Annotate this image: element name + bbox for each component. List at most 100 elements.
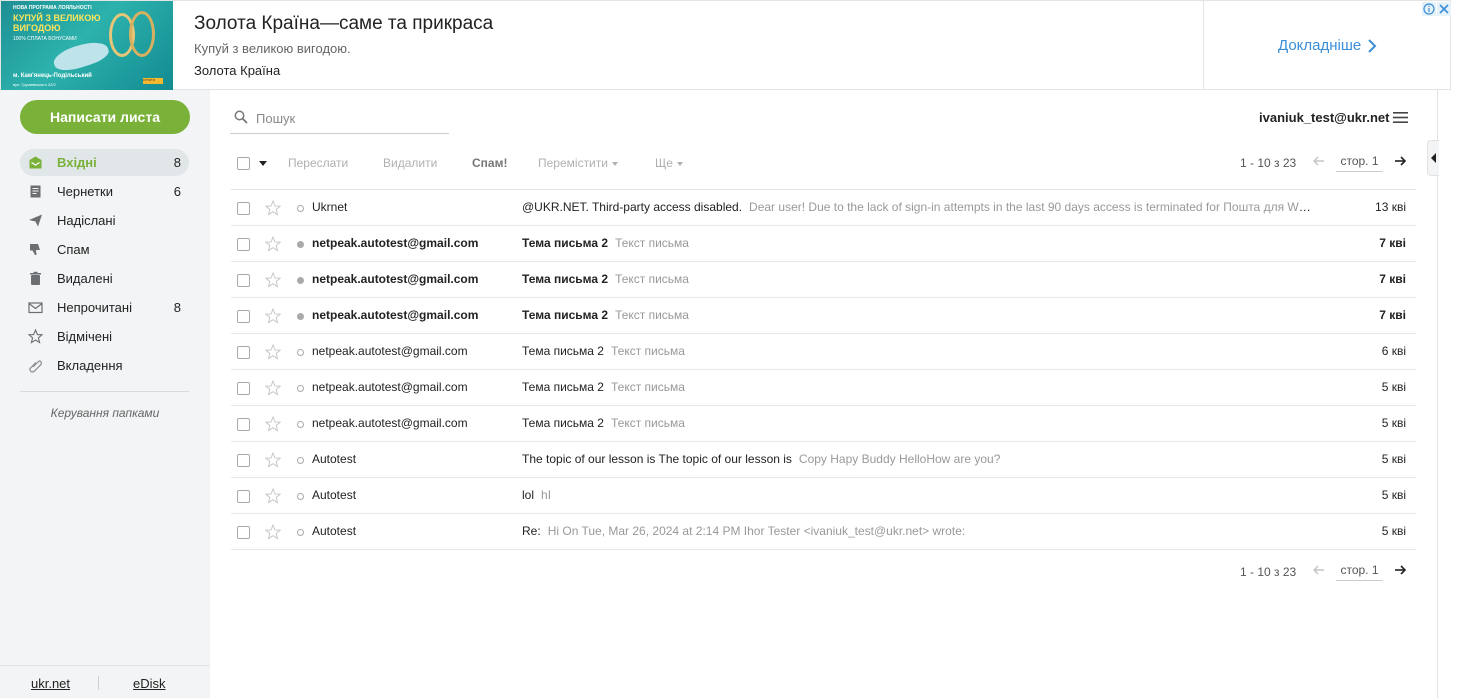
page-selector[interactable]: стор. 1 bbox=[1336, 152, 1383, 172]
star-icon[interactable] bbox=[265, 380, 281, 396]
read-status-icon[interactable] bbox=[297, 385, 304, 392]
row-checkbox[interactable] bbox=[237, 238, 250, 251]
spam-button[interactable]: Спам! bbox=[472, 156, 507, 170]
star-icon[interactable] bbox=[265, 452, 281, 468]
thumbs-down-icon bbox=[30, 244, 40, 255]
message-row[interactable]: Autotest The topic of our lesson is The t… bbox=[231, 442, 1416, 478]
sidebar-item-trash[interactable]: Видалені bbox=[20, 265, 189, 292]
sidebar-item-spam[interactable]: Спам bbox=[20, 236, 189, 263]
sidebar-item-sent[interactable]: Надіслані bbox=[20, 207, 189, 234]
message-row[interactable]: Autotest Re: Hi On Tue, Mar 26, 2024 at 2:… bbox=[231, 514, 1416, 550]
pagination-range: 1 - 10 з 23 bbox=[1240, 156, 1297, 170]
message-subject: lol bbox=[522, 488, 535, 502]
row-checkbox[interactable] bbox=[237, 274, 250, 287]
star-icon[interactable] bbox=[265, 344, 281, 360]
menu-icon[interactable] bbox=[1393, 111, 1408, 124]
trash-icon bbox=[30, 271, 41, 285]
row-checkbox[interactable] bbox=[237, 346, 250, 359]
footer-link-ukrnet[interactable]: ukr.net bbox=[31, 676, 70, 691]
read-status-icon[interactable] bbox=[297, 493, 304, 500]
sidebar-item-drafts[interactable]: Чернетки 6 bbox=[20, 178, 189, 205]
read-status-icon[interactable] bbox=[297, 457, 304, 464]
dolphin-graphic bbox=[50, 36, 112, 76]
read-status-icon[interactable] bbox=[297, 205, 304, 212]
message-subject-line: Тема письма 2 Текст письма bbox=[522, 344, 1312, 358]
sidebar-item-label: Спам bbox=[57, 242, 90, 257]
row-checkbox[interactable] bbox=[237, 454, 250, 467]
message-date: 5 кві bbox=[1381, 524, 1406, 538]
sidebar-item-attachments[interactable]: Вкладення bbox=[20, 352, 189, 379]
manage-folders-link[interactable]: Керування папками bbox=[20, 406, 190, 420]
row-checkbox[interactable] bbox=[237, 490, 250, 503]
row-checkbox[interactable] bbox=[237, 418, 250, 431]
search-input[interactable] bbox=[256, 108, 446, 128]
row-checkbox[interactable] bbox=[237, 202, 250, 215]
chevron-right-icon[interactable] bbox=[1367, 39, 1377, 53]
message-row[interactable]: netpeak.autotest@gmail.com Тема письма 2Т… bbox=[231, 406, 1416, 442]
select-all-checkbox[interactable] bbox=[237, 157, 250, 170]
ad-info-icon[interactable] bbox=[1422, 2, 1436, 16]
read-status-icon[interactable] bbox=[297, 313, 304, 320]
more-button[interactable]: Ще bbox=[655, 156, 683, 170]
sidebar-item-unread[interactable]: Непрочитані 8 bbox=[20, 294, 189, 321]
close-icon[interactable] bbox=[1437, 2, 1451, 16]
read-status-icon[interactable] bbox=[297, 421, 304, 428]
message-snippet: Текст письма bbox=[615, 236, 689, 250]
read-status-icon[interactable] bbox=[297, 349, 304, 356]
arrow-right-icon[interactable] bbox=[1394, 156, 1406, 166]
message-subject: Тема письма 2 bbox=[522, 344, 604, 358]
row-checkbox[interactable] bbox=[237, 310, 250, 323]
message-subject-line: Тема письма 2 Текст письма bbox=[522, 308, 1312, 322]
ad-banner[interactable]: НОВА ПРОГРАМА ЛОЯЛЬНОСТІ КУПУЙ З ВЕЛИКОЮ… bbox=[0, 0, 1451, 90]
ad-image[interactable]: НОВА ПРОГРАМА ЛОЯЛЬНОСТІ КУПУЙ З ВЕЛИКОЮ… bbox=[1, 1, 173, 90]
search-box[interactable] bbox=[230, 102, 449, 134]
message-snippet: Hi On Tue, Mar 26, 2024 at 2:14 PM Ihor … bbox=[547, 524, 966, 538]
chevron-down-icon[interactable] bbox=[259, 159, 267, 167]
star-icon[interactable] bbox=[265, 488, 281, 504]
page-selector[interactable]: стор. 1 bbox=[1336, 561, 1383, 581]
row-checkbox[interactable] bbox=[237, 526, 250, 539]
arrow-left-icon[interactable] bbox=[1313, 156, 1325, 166]
envelope-icon bbox=[28, 302, 43, 314]
star-icon[interactable] bbox=[265, 416, 281, 432]
star-icon[interactable] bbox=[265, 308, 281, 324]
star-icon[interactable] bbox=[265, 236, 281, 252]
read-status-icon[interactable] bbox=[297, 529, 304, 536]
message-row[interactable]: Ukrnet @UKR.NET. Third-party access disab… bbox=[231, 190, 1416, 226]
compose-button[interactable]: Написати листа bbox=[20, 100, 190, 134]
message-sender: Ukrnet bbox=[312, 200, 348, 214]
row-checkbox[interactable] bbox=[237, 382, 250, 395]
sidebar-item-inbox[interactable]: Вхідні 8 bbox=[20, 149, 189, 176]
move-button[interactable]: Перемістити bbox=[538, 156, 618, 170]
read-status-icon[interactable] bbox=[297, 277, 304, 284]
message-subject-line: Тема письма 2 Текст письма bbox=[522, 236, 1312, 250]
message-sender: Autotest bbox=[312, 488, 357, 502]
message-subject: Тема письма 2 bbox=[522, 416, 604, 430]
forward-button[interactable]: Переслати bbox=[288, 156, 348, 170]
sidebar-item-starred[interactable]: Відмічені bbox=[20, 323, 189, 350]
star-icon[interactable] bbox=[265, 272, 281, 288]
star-icon[interactable] bbox=[265, 524, 281, 540]
message-row[interactable]: netpeak.autotest@gmail.com Тема письма 2Т… bbox=[231, 370, 1416, 406]
arrow-right-icon[interactable] bbox=[1394, 565, 1406, 575]
ad-title[interactable]: Золота Країна—саме та прикраса bbox=[194, 13, 493, 35]
star-icon[interactable] bbox=[265, 200, 281, 216]
delete-button[interactable]: Видалити bbox=[383, 156, 437, 170]
user-email[interactable]: ivaniuk_test@ukr.net bbox=[1259, 110, 1389, 125]
message-row[interactable]: netpeak.autotest@gmail.com Тема письма 2Т… bbox=[231, 262, 1416, 298]
arrow-left-icon[interactable] bbox=[1313, 565, 1325, 575]
footer-link-edisk[interactable]: eDisk bbox=[133, 676, 166, 691]
read-status-icon[interactable] bbox=[297, 241, 304, 248]
message-row[interactable]: netpeak.autotest@gmail.com Тема письма 2Т… bbox=[231, 298, 1416, 334]
ad-more-link[interactable]: Докладніше bbox=[1278, 37, 1361, 54]
message-row[interactable]: netpeak.autotest@gmail.com Тема письма 2Т… bbox=[231, 334, 1416, 370]
drafts-icon bbox=[30, 185, 41, 198]
scrollbar-track[interactable] bbox=[1437, 90, 1438, 698]
message-row[interactable]: Autotest lol hI 5 кві bbox=[231, 478, 1416, 514]
message-date: 7 кві bbox=[1379, 236, 1406, 250]
message-date: 5 кві bbox=[1381, 488, 1406, 502]
message-sender: netpeak.autotest@gmail.com bbox=[312, 380, 468, 394]
message-row[interactable]: netpeak.autotest@gmail.com Тема письма 2Т… bbox=[231, 226, 1416, 262]
ad-image-text: 100% СПЛАТА БОНУСАМИ bbox=[13, 36, 77, 42]
sidebar-item-count: 6 bbox=[173, 184, 181, 199]
